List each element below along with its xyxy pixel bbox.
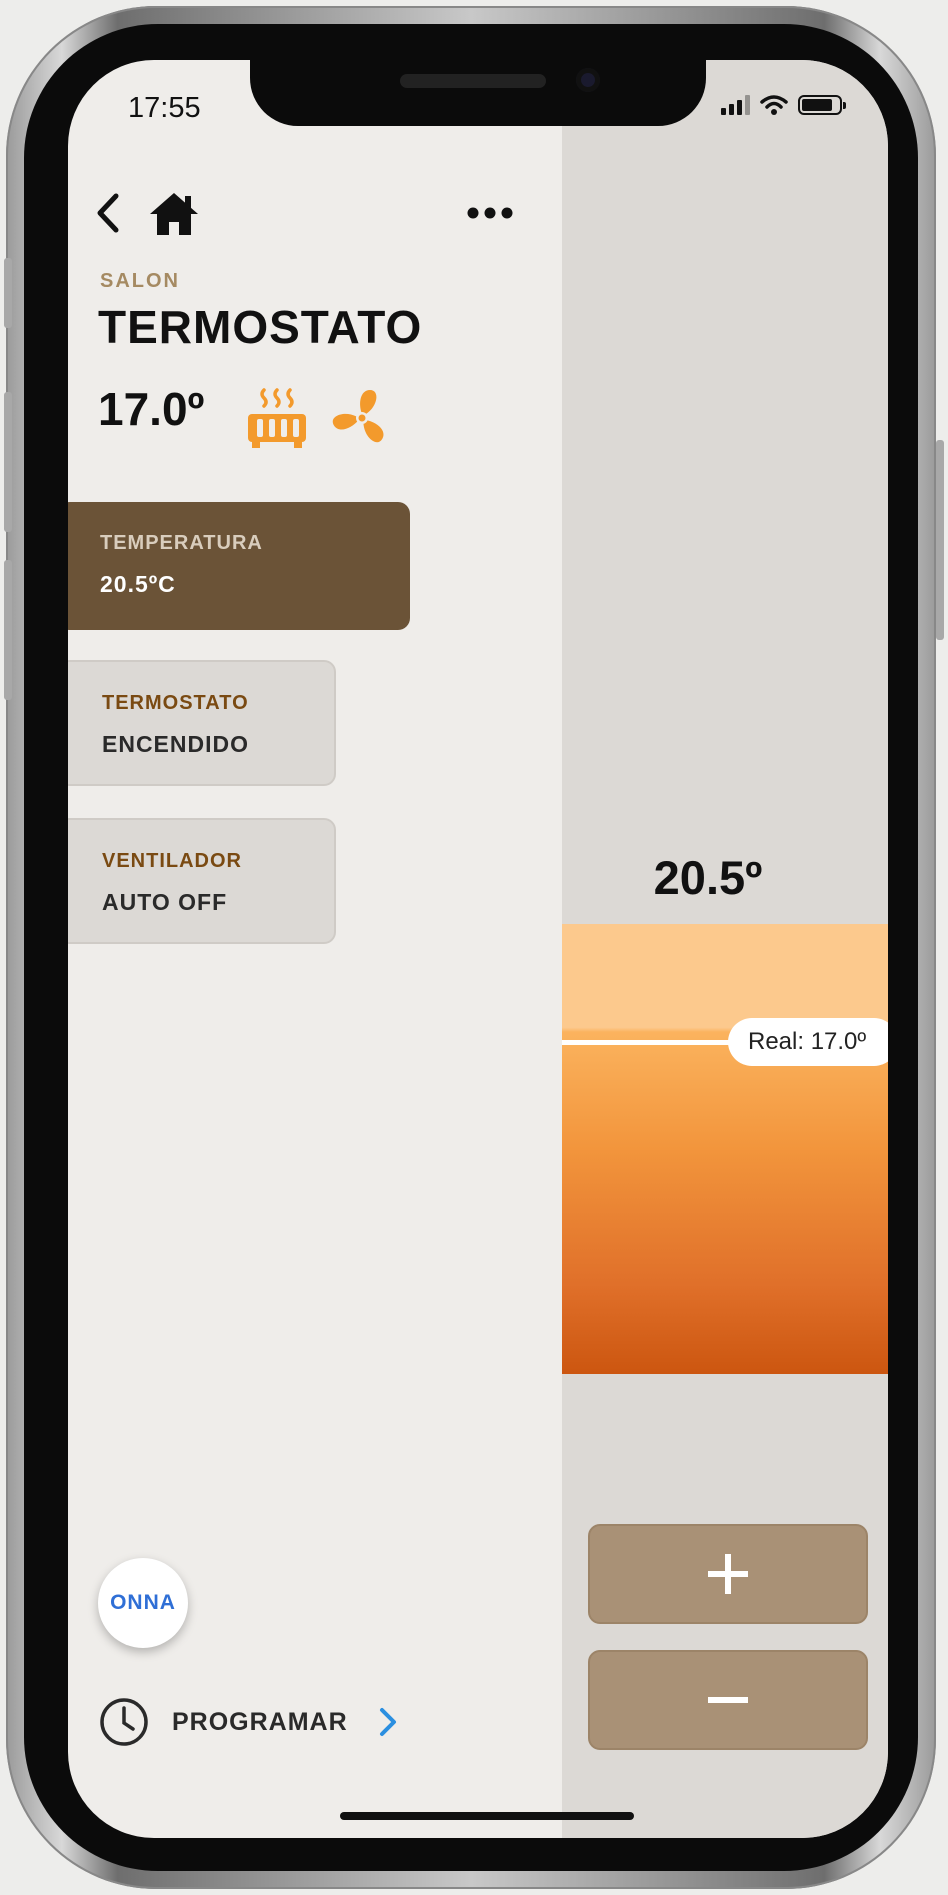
- notch: [250, 60, 706, 126]
- current-temperature: 17.0º: [98, 383, 205, 435]
- chevron-right-icon: [379, 1708, 396, 1736]
- card-value: AUTO OFF: [102, 889, 228, 915]
- home-icon[interactable]: [148, 190, 200, 238]
- real-temperature-badge: Real: 17.0º: [728, 1018, 888, 1066]
- card-value: ENCENDIDO: [102, 731, 250, 757]
- plus-icon: [708, 1554, 748, 1594]
- power-button: [936, 440, 944, 640]
- card-label: TERMOSTATO: [102, 692, 249, 714]
- front-camera: [576, 68, 600, 92]
- card-termostato[interactable]: TERMOSTATO ENCENDIDO: [68, 660, 336, 786]
- back-arrow-icon[interactable]: [90, 190, 126, 236]
- page-title: TERMOSTATO: [98, 301, 423, 353]
- setpoint-value: 20.5º: [653, 851, 763, 904]
- more-icon[interactable]: [466, 200, 514, 226]
- battery-icon: [798, 95, 846, 115]
- schedule-label: PROGRAMAR: [172, 1707, 348, 1736]
- card-temperatura[interactable]: TEMPERATURA 20.5ºC: [68, 502, 410, 630]
- increase-button[interactable]: [588, 1524, 868, 1624]
- minus-icon: [708, 1697, 748, 1703]
- speaker-grille: [400, 74, 546, 88]
- room-label: SALON: [100, 270, 180, 292]
- card-value: 20.5ºC: [100, 571, 176, 597]
- signal-icon: [721, 95, 750, 115]
- onna-logo[interactable]: ONNA: [98, 1558, 188, 1648]
- schedule-link[interactable]: PROGRAMAR: [98, 1696, 398, 1748]
- status-icons: [721, 94, 846, 116]
- decrease-button[interactable]: [588, 1650, 868, 1750]
- mute-switch: [4, 258, 12, 328]
- home-indicator[interactable]: [340, 1812, 634, 1820]
- card-ventilador[interactable]: VENTILADOR AUTO OFF: [68, 818, 336, 944]
- volume-down-button: [4, 560, 12, 700]
- logo-text: ONNA: [110, 1591, 176, 1614]
- heater-icon: [248, 388, 306, 448]
- real-temperature-line: [562, 1040, 732, 1045]
- fan-icon: [332, 390, 384, 443]
- volume-up-button: [4, 392, 12, 532]
- clock-icon: [100, 1698, 148, 1746]
- wifi-icon: [760, 95, 788, 115]
- card-label: VENTILADOR: [102, 850, 242, 872]
- app-screen: 17:55 SALON TERMOSTATO 17.0º TEMPERATURA…: [68, 60, 888, 1838]
- card-label: TEMPERATURA: [100, 532, 263, 554]
- temperature-slider[interactable]: [562, 924, 888, 1374]
- status-time: 17:55: [128, 92, 201, 124]
